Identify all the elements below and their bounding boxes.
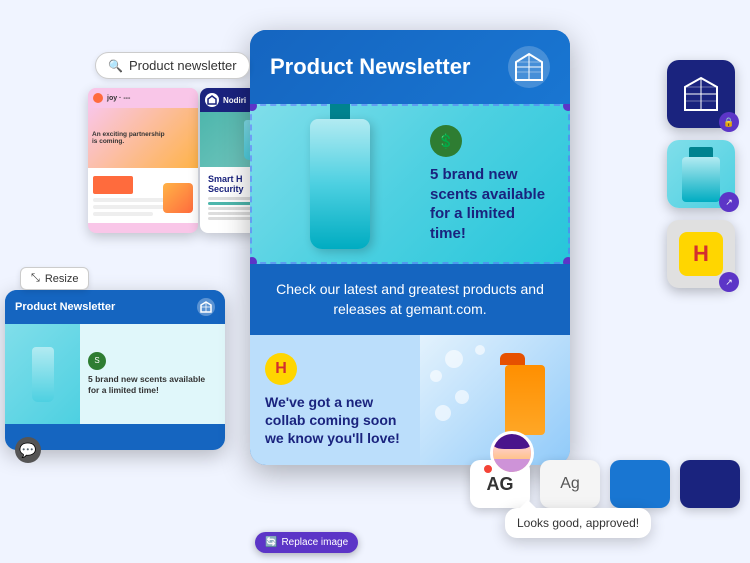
mc-spray-trigger	[500, 353, 525, 365]
mc-card-title: Product Newsletter	[270, 54, 471, 80]
bottom-icon-ag-light[interactable]: Ag	[540, 460, 600, 508]
mt1-brand: joy · ---	[93, 93, 193, 103]
brand-text: joy · ---	[107, 95, 130, 102]
share-badge-2: ↗	[719, 272, 739, 292]
bubble-4	[475, 345, 485, 355]
geometric-icon	[682, 75, 720, 113]
ag-light-text: Ag	[560, 475, 580, 493]
pcs-header: Product Newsletter	[5, 290, 225, 324]
avatar-shirt	[493, 459, 531, 472]
bubble-3	[455, 390, 469, 404]
bottom-icon-blue-swatch[interactable]	[610, 460, 670, 508]
mt1-hero: An exciting partnershipis coming.	[88, 108, 198, 168]
mc-hero-text: 5 brand new scents available for a limit…	[430, 165, 555, 243]
pcs-badge-icon: S	[88, 352, 106, 370]
mc-bottle-area	[250, 104, 430, 264]
resize-button[interactable]: ⤡ Resize	[20, 267, 89, 290]
bottle-body-icon	[682, 157, 720, 202]
pcs-content: S 5 brand new scents available for a lim…	[80, 324, 225, 424]
pcs-badge-text: S	[94, 356, 99, 365]
mc-spray-body	[505, 365, 545, 435]
avatar-bubble	[490, 431, 534, 475]
mc-logo-icon	[508, 46, 550, 88]
replace-label: Replace image	[281, 537, 348, 548]
right-icon-yellow-h[interactable]: H ↗	[667, 220, 735, 288]
pcs-image-area	[5, 324, 80, 424]
mt2-logo	[205, 93, 219, 107]
yellow-h-icon: H	[679, 232, 723, 276]
speech-bubble-text: Looks good, approved!	[517, 516, 639, 530]
bottom-icon-navy-swatch[interactable]	[680, 460, 740, 508]
replace-icon: 🔄	[265, 537, 277, 548]
mt1-product-image	[163, 183, 193, 213]
resize-label: Resize	[45, 273, 79, 285]
mc-bottle	[310, 119, 370, 249]
search-bar[interactable]: 🔍 Product newsletter	[95, 52, 250, 79]
mc-collab-text: We've got a new collab coming soon we kn…	[265, 393, 405, 448]
brand-dot	[93, 93, 103, 103]
pcs-body: S 5 brand new scents available for a lim…	[5, 324, 225, 424]
bubble-1	[445, 350, 463, 368]
mc-hero-badge-icon: 💲	[430, 125, 462, 157]
avatar-image	[490, 431, 534, 475]
chat-icon[interactable]: 💬	[15, 437, 41, 463]
bottle-icon-container	[682, 147, 720, 202]
product-card-small: Product Newsletter S 5 brand new scents …	[5, 290, 225, 450]
search-input-value[interactable]: Product newsletter	[129, 58, 237, 73]
mt2-brand-name: Nodiri	[223, 96, 246, 105]
mc-collab-badge-text: H	[275, 360, 287, 378]
resize-icon: ⤡	[31, 272, 40, 285]
mt1-header: joy · ---	[88, 88, 198, 108]
pcs-title: Product Newsletter	[15, 301, 115, 313]
pcs-bottle	[32, 347, 54, 402]
mc-middle-section: Check our latest and greatest products a…	[250, 264, 570, 335]
mc-middle-text: Check our latest and greatest products a…	[270, 280, 550, 319]
bottle-cap-icon	[689, 147, 713, 157]
main-newsletter-card: Product Newsletter 💲 5	[250, 30, 570, 465]
right-icon-panel: 🔒 ↗ H ↗	[667, 60, 735, 288]
avatar-hair	[493, 434, 531, 449]
chat-glyph: 💬	[19, 442, 36, 459]
mt1-text-line-2	[93, 205, 173, 209]
avatar-online-dot	[482, 463, 494, 475]
mc-card-header: Product Newsletter	[250, 30, 570, 104]
share-badge-1: ↗	[719, 192, 739, 212]
ag-serif-text: AG	[487, 474, 514, 495]
mini-template-colorful[interactable]: joy · --- An exciting partnershipis comi…	[88, 88, 198, 233]
replace-image-button[interactable]: 🔄 Replace image	[255, 532, 358, 553]
mc-corner-br[interactable]	[563, 257, 570, 264]
speech-bubble: Looks good, approved!	[505, 508, 651, 538]
mc-hero-content: 💲 5 brand new scents available for a lim…	[430, 110, 570, 258]
mt1-text-line-3	[93, 212, 153, 216]
right-icon-geometric[interactable]: 🔒	[667, 60, 735, 128]
bubble-2	[430, 370, 442, 382]
mc-spray-bottle	[500, 345, 550, 435]
mc-hero-section: 💲 5 brand new scents available for a lim…	[250, 104, 570, 264]
pcs-logo-icon	[197, 298, 215, 316]
mc-collab-content: H We've got a new collab coming soon we …	[250, 335, 420, 465]
mt1-hero-text: An exciting partnershipis coming.	[92, 131, 194, 145]
right-icon-bottle[interactable]: ↗	[667, 140, 735, 208]
bubble-5	[435, 405, 451, 421]
search-icon: 🔍	[108, 59, 123, 73]
pcs-text: 5 brand new scents available for a limit…	[88, 374, 217, 396]
mc-collab-badge: H	[265, 353, 297, 385]
mt1-orange-block	[93, 176, 133, 194]
lock-badge: 🔒	[719, 112, 739, 132]
